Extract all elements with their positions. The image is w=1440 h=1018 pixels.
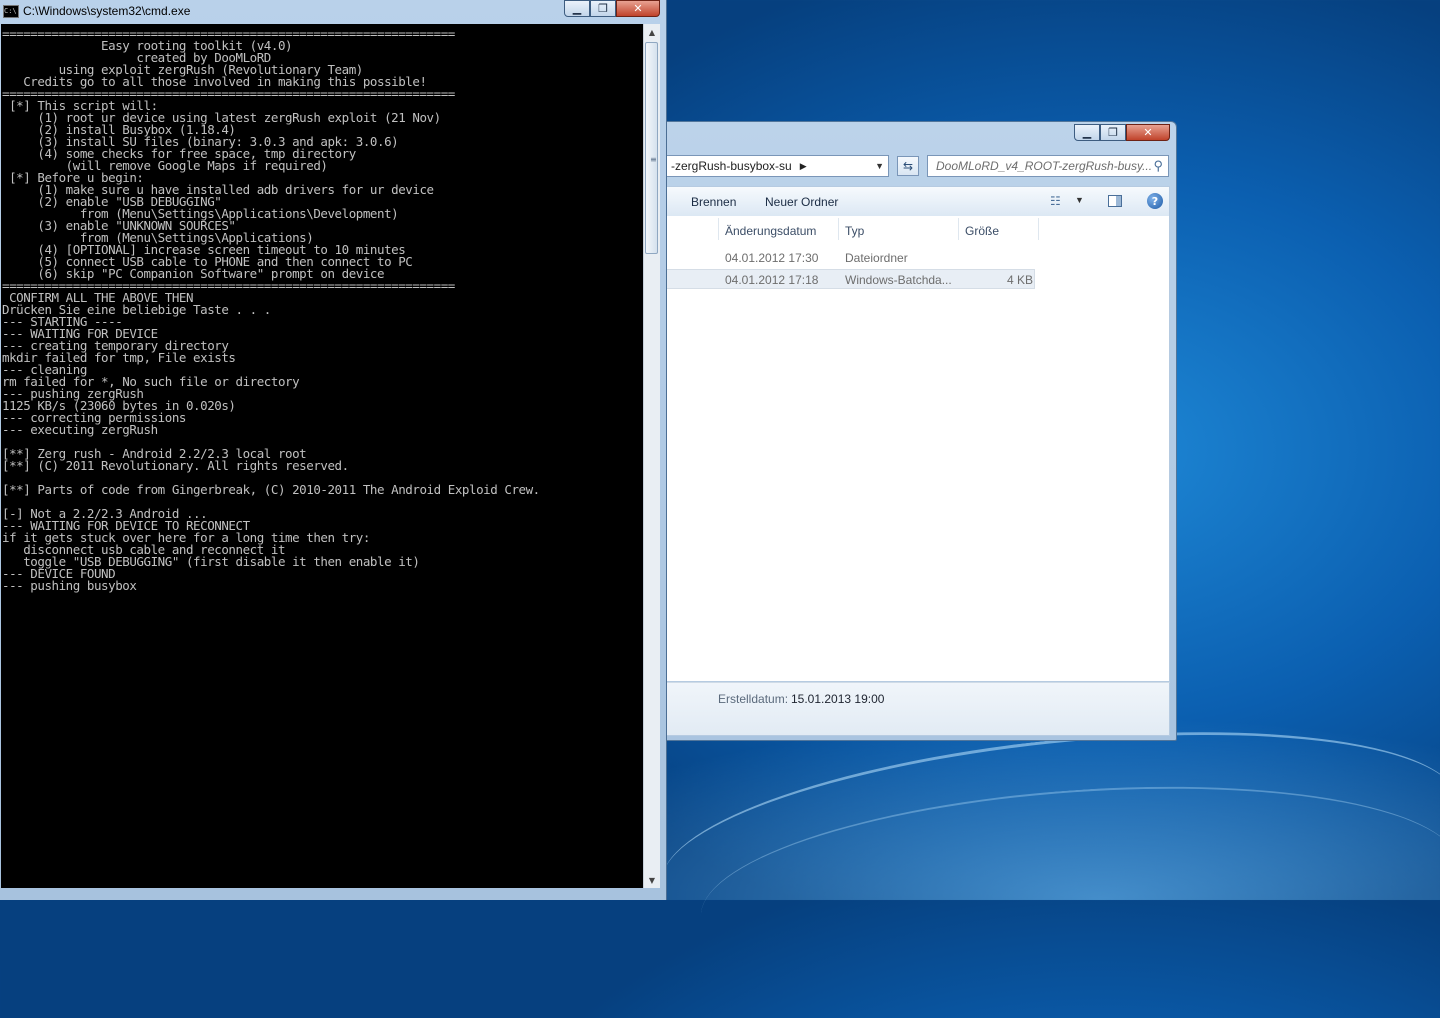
scroll-up-icon[interactable]: ▲	[644, 24, 660, 40]
address-bar[interactable]: -zergRush-busybox-su ▶ ▼	[664, 155, 889, 177]
column-header-date[interactable]: Änderungsdatum	[725, 224, 816, 238]
scrollbar-thumb[interactable]: ≡	[645, 42, 658, 254]
file-size: 4 KB	[1007, 273, 1034, 287]
search-icon[interactable]: ⚲	[1153, 158, 1163, 174]
console-line: [**] Parts of code from Gingerbreak, (C)…	[2, 482, 540, 497]
minimize-button[interactable]: ▁	[564, 0, 590, 17]
file-row-selected[interactable]: 04.01.2012 17:18 Windows-Batchda... 4 KB	[665, 269, 1035, 289]
cmd-caption-buttons: ▁ ❐ ✕	[564, 0, 660, 17]
address-dropdown-icon[interactable]: ▼	[875, 161, 884, 171]
command-bar: Brennen Neuer Ordner ☷ ▼ ?	[664, 186, 1170, 216]
view-options-icon[interactable]: ☷	[1050, 194, 1061, 208]
file-date: 04.01.2012 17:18	[725, 273, 819, 287]
explorer-window[interactable]: ▁ ❐ ✕ -zergRush-busybox-su ▶ ▼ ⇆ DooMLoR…	[655, 121, 1177, 741]
maximize-button[interactable]: ❐	[1100, 124, 1126, 141]
file-date: 04.01.2012 17:30	[725, 251, 819, 265]
help-icon[interactable]: ?	[1147, 193, 1163, 209]
console-line: [**] (C) 2011 Revolutionary. All rights …	[2, 458, 349, 473]
console-line: --- executing zergRush	[2, 422, 158, 437]
vertical-scrollbar[interactable]: ▲ ≡ ▼	[643, 24, 660, 888]
new-folder-button[interactable]: Neuer Ordner	[765, 195, 838, 209]
column-divider[interactable]	[1038, 218, 1039, 240]
column-divider[interactable]	[838, 218, 839, 240]
minimize-button[interactable]: ▁	[1074, 124, 1100, 141]
console-output[interactable]: ========================================…	[1, 24, 643, 888]
column-header-type[interactable]: Typ	[845, 224, 864, 238]
cmd-app-icon[interactable]: C:\	[3, 5, 19, 18]
column-divider[interactable]	[718, 218, 719, 240]
burn-button[interactable]: Brennen	[691, 195, 736, 209]
details-pane: Erstelldatum: 15.01.2013 19:00	[664, 682, 1170, 736]
created-date-label: Erstelldatum:	[718, 692, 789, 706]
file-row[interactable]: 04.01.2012 17:30 Dateiordner	[665, 248, 1035, 268]
column-divider[interactable]	[958, 218, 959, 240]
file-list[interactable]: Änderungsdatum Typ Größe 04.01.2012 17:3…	[664, 216, 1170, 682]
view-dropdown-icon[interactable]: ▼	[1075, 195, 1084, 205]
created-date-value: 15.01.2013 19:00	[791, 692, 885, 706]
grip-icon: ≡	[650, 155, 657, 164]
file-type: Dateiordner	[845, 251, 908, 265]
cmd-window[interactable]: C:\ C:\Windows\system32\cmd.exe ▁ ❐ ✕ ==…	[0, 0, 667, 900]
window-title: C:\Windows\system32\cmd.exe	[23, 4, 191, 18]
console-text: ========================================…	[2, 27, 540, 593]
refresh-icon: ⇆	[902, 159, 914, 173]
maximize-button[interactable]: ❐	[590, 0, 616, 17]
refresh-button[interactable]: ⇆	[897, 156, 919, 176]
close-button[interactable]: ✕	[616, 0, 660, 17]
close-button[interactable]: ✕	[1126, 124, 1170, 141]
file-type: Windows-Batchda...	[845, 273, 952, 287]
breadcrumb-arrow-icon[interactable]: ▶	[800, 161, 807, 172]
search-input[interactable]: DooMLoRD_v4_ROOT-zergRush-busy... ⚲	[927, 155, 1169, 177]
scroll-down-icon[interactable]: ▼	[644, 872, 660, 888]
address-path: -zergRush-busybox-su	[671, 159, 792, 173]
console-line: --- pushing busybox	[2, 578, 137, 593]
column-header-size[interactable]: Größe	[965, 224, 999, 238]
search-placeholder: DooMLoRD_v4_ROOT-zergRush-busy...	[936, 159, 1153, 173]
preview-pane-icon[interactable]	[1108, 195, 1122, 207]
explorer-caption-buttons: ▁ ❐ ✕	[1074, 124, 1170, 141]
